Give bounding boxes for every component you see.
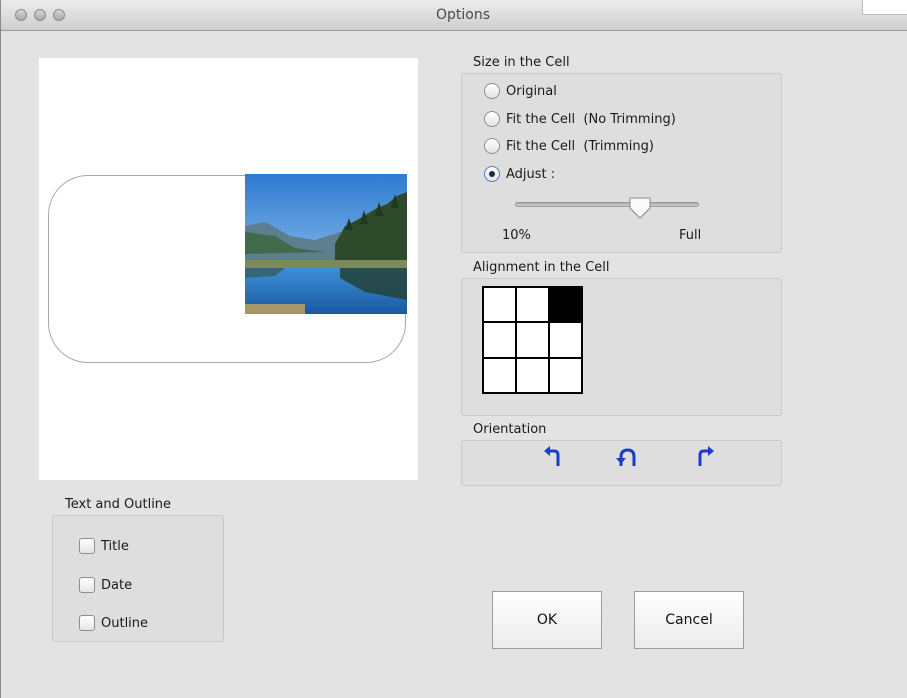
align-cell-bottom-center[interactable] [516,357,549,393]
ok-button[interactable]: OK [492,591,602,649]
align-cell-middle-right[interactable] [549,322,582,358]
size-slider-track[interactable] [515,202,699,207]
window-corner [862,0,907,15]
radio-button[interactable] [484,111,500,127]
radio-label: Fit the Cell (Trimming) [506,138,654,154]
checkbox-date[interactable]: Date [79,575,132,595]
text-outline-group-label: Text and Outline [65,497,172,512]
flip-button[interactable] [614,446,640,472]
align-cell-middle-left[interactable] [483,322,516,358]
checkbox-outline[interactable]: Outline [79,613,148,633]
alignment-grid[interactable] [482,286,583,394]
rotate-right-button[interactable] [693,446,719,472]
radio-adjust[interactable]: Adjust : [484,164,555,184]
checkbox-label: Outline [101,615,149,631]
cancel-button[interactable]: Cancel [634,591,744,649]
options-dialog: Options Size in the Cell Original Fit th… [0,0,907,698]
checkbox-label: Date [101,577,133,593]
window-title: Options [435,7,491,23]
radio-original[interactable]: Original [484,81,557,101]
alignment-group-label: Alignment in the Cell [473,260,610,275]
size-group-label: Size in the Cell [473,55,570,70]
checkbox[interactable] [79,615,95,631]
align-cell-bottom-left[interactable] [483,357,516,393]
radio-label: Adjust : [506,166,556,182]
radio-fit-trimming[interactable]: Fit the Cell (Trimming) [484,136,654,156]
preview-area [39,58,418,480]
flip-icon [616,446,638,472]
title-bar: Options [1,0,907,31]
rotate-right-icon [695,446,717,472]
slider-min-label: 10% [502,228,531,243]
radio-label: Fit the Cell (No Trimming) [506,111,676,127]
align-cell-top-right[interactable] [549,287,582,323]
radio-button[interactable] [484,83,500,99]
orientation-group-label: Orientation [473,422,547,437]
radio-fit-no-trimming[interactable]: Fit the Cell (No Trimming) [484,109,676,129]
preview-photo [245,174,407,314]
rotate-left-icon [541,446,563,472]
checkbox-label: Title [101,538,129,554]
rotate-left-button[interactable] [539,446,565,472]
align-cell-middle-center[interactable] [516,322,549,358]
checkbox[interactable] [79,577,95,593]
radio-button[interactable] [484,138,500,154]
size-slider-thumb[interactable] [627,196,653,220]
align-cell-top-center[interactable] [516,287,549,323]
align-cell-top-left[interactable] [483,287,516,323]
slider-max-label: Full [679,228,702,243]
checkbox[interactable] [79,538,95,554]
checkbox-title[interactable]: Title [79,536,129,556]
align-cell-bottom-right[interactable] [549,357,582,393]
radio-label: Original [506,83,557,99]
radio-button-selected[interactable] [484,166,500,182]
